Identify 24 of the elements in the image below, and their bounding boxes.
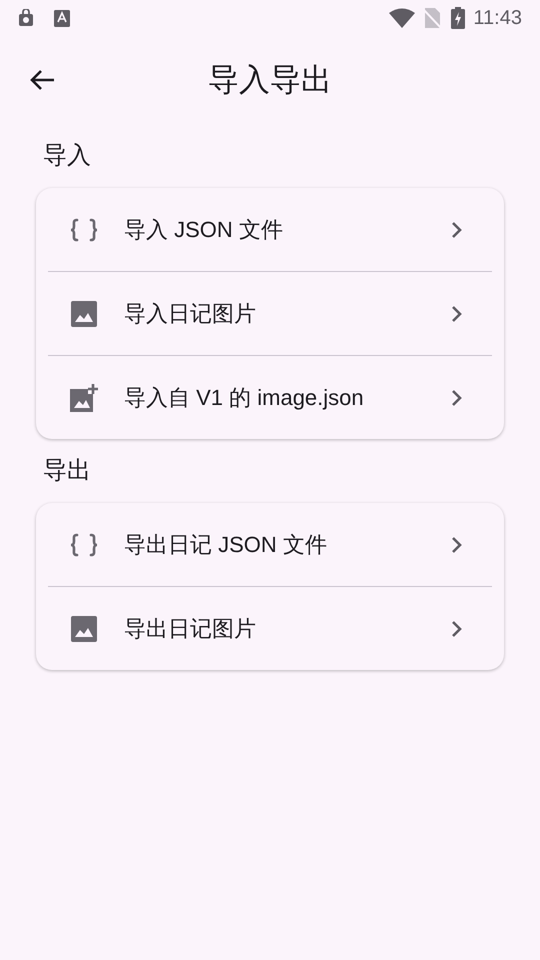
chevron-right-icon bbox=[450, 304, 462, 322]
list-item[interactable]: 导出日记图片 bbox=[48, 587, 492, 670]
back-arrow-icon bbox=[29, 69, 55, 91]
braces-icon bbox=[69, 532, 99, 556]
status-time: 11:43 bbox=[473, 6, 522, 31]
chevron-right-icon bbox=[450, 536, 462, 554]
chevron-right-icon bbox=[450, 620, 462, 638]
page-title: 导入导出 bbox=[208, 60, 332, 99]
keyboard-icon bbox=[54, 10, 70, 26]
braces-icon bbox=[69, 218, 99, 242]
chevron-right-icon bbox=[450, 388, 462, 406]
section-title: 导出 bbox=[43, 456, 91, 486]
image-icon bbox=[70, 614, 98, 642]
section-title: 导入 bbox=[43, 141, 91, 171]
battery-charging-icon bbox=[451, 7, 466, 29]
list-item[interactable]: 导入日记图片 bbox=[48, 272, 492, 355]
wifi-icon bbox=[389, 8, 416, 28]
list-item[interactable]: 导入 JSON 文件 bbox=[48, 188, 492, 271]
add-image-icon bbox=[69, 382, 99, 412]
no-sim-icon bbox=[423, 8, 442, 28]
image-icon bbox=[70, 300, 98, 328]
chevron-right-icon bbox=[450, 220, 462, 238]
list-item[interactable]: 导出日记 JSON 文件 bbox=[48, 503, 492, 586]
list-item[interactable]: 导入自 V1 的 image.json bbox=[48, 356, 492, 439]
